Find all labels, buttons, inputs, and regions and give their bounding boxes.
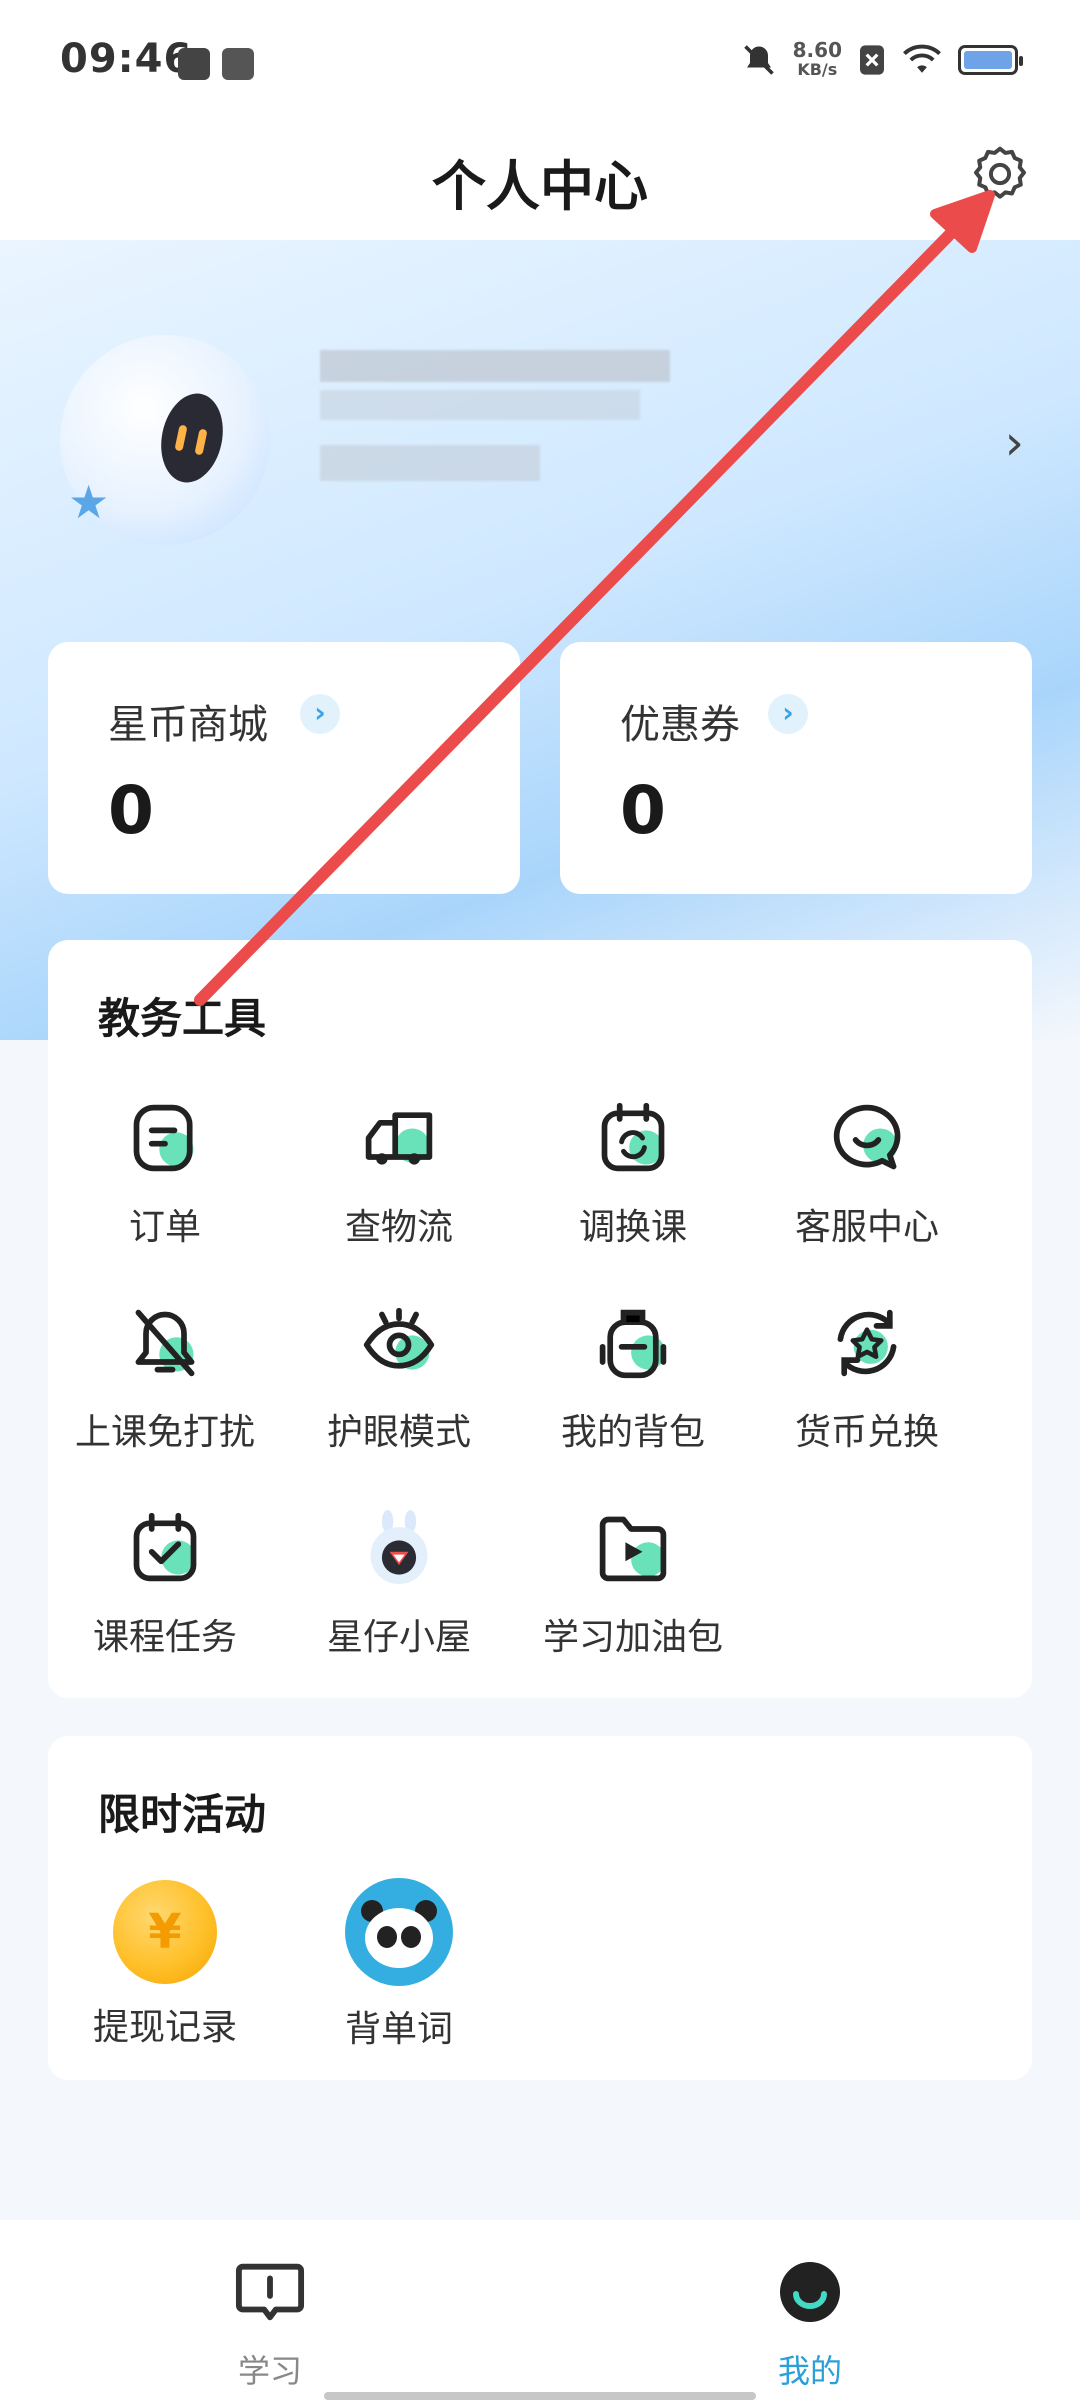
network-speed: 8.60 KB/s <box>793 40 842 80</box>
status-right: 8.60 KB/s <box>741 40 1023 80</box>
tool-study-pack[interactable]: 学习加油包 <box>516 1510 750 1660</box>
nav-label: 我的 <box>777 2352 842 2390</box>
battery-icon <box>958 45 1023 75</box>
tool-label: 我的背包 <box>560 1412 705 1453</box>
activities-section: 限时活动 ¥ 提现记录 背单词 <box>48 1736 1032 2080</box>
tool-currency-exchange[interactable]: 货币兑换 <box>750 1305 984 1455</box>
tool-label: 上课免打扰 <box>74 1412 255 1453</box>
section-title: 教务工具 <box>98 994 267 1043</box>
tool-customer-service[interactable]: 客服中心 <box>750 1100 984 1250</box>
tools-section: 教务工具 订单 查物流 调换课 客服中心 上课免打扰 护眼模式 我的背包 货币兑… <box>48 940 1032 1698</box>
coupon-card[interactable]: 优惠券 › 0 <box>560 642 1032 894</box>
backpack-icon <box>599 1309 667 1379</box>
home-indicator <box>324 2392 756 2400</box>
tool-label: 课程任务 <box>92 1617 237 1658</box>
tool-eye-care[interactable]: 护眼模式 <box>282 1305 516 1455</box>
status-bar: 09:46 8.60 KB/s <box>0 0 1080 120</box>
section-title: 限时活动 <box>98 1790 267 1839</box>
tool-logistics[interactable]: 查物流 <box>282 1100 516 1250</box>
coin-icon: ¥ <box>113 1880 217 1984</box>
tool-label: 客服中心 <box>794 1207 939 1248</box>
speed-unit: KB/s <box>797 60 838 79</box>
tool-label: 星仔小屋 <box>326 1617 471 1658</box>
truck-icon <box>365 1112 433 1165</box>
notification-icon-2 <box>222 48 254 80</box>
speed-value: 8.60 <box>792 38 842 62</box>
wifi-icon <box>903 44 941 73</box>
tool-label: 学习加油包 <box>542 1617 723 1658</box>
chevron-right-icon[interactable]: › <box>1005 415 1024 471</box>
avatar-face <box>153 387 231 489</box>
star-coin-mall-card[interactable]: 星币商城 › 0 <box>48 642 520 894</box>
tool-label: 查物流 <box>344 1207 453 1248</box>
userid-blurred <box>320 445 540 481</box>
mine-tab-icon <box>780 2262 840 2322</box>
tool-course-tasks[interactable]: 课程任务 <box>48 1510 282 1660</box>
avatar[interactable]: ★ <box>60 335 270 545</box>
nav-label: 学习 <box>237 2352 302 2390</box>
stat-label: 优惠券 <box>620 702 740 748</box>
page-header: 个人中心 <box>0 120 1080 240</box>
order-icon <box>133 1104 194 1172</box>
activity-label: 背单词 <box>344 2009 453 2050</box>
calendar-check-icon <box>133 1512 197 1582</box>
panda-icon <box>345 1878 453 1986</box>
username-blurred <box>320 350 670 382</box>
mute-icon <box>743 45 774 75</box>
tool-order[interactable]: 订单 <box>48 1100 282 1250</box>
activity-withdraw-records[interactable]: ¥ 提现记录 <box>48 1880 282 2050</box>
gear-icon[interactable] <box>968 142 1032 206</box>
nav-tab-study[interactable]: 学习 <box>170 2260 370 2392</box>
tool-label: 货币兑换 <box>794 1412 939 1453</box>
exchange-icon <box>837 1309 897 1377</box>
nav-tab-mine[interactable]: 我的 <box>710 2260 910 2392</box>
userinfo-blurred <box>320 390 640 420</box>
study-tab-icon <box>235 2263 305 2321</box>
star-icon: ★ <box>68 475 110 529</box>
tool-label: 订单 <box>128 1207 201 1248</box>
notification-icon <box>178 48 210 80</box>
bell-off-icon <box>135 1309 195 1377</box>
chevron-right-icon: › <box>768 694 808 734</box>
tool-label: 护眼模式 <box>326 1412 471 1453</box>
calendar-swap-icon <box>601 1102 665 1172</box>
profile-banner[interactable]: ★ › <box>0 240 1080 1040</box>
chevron-right-icon: › <box>300 694 340 734</box>
bottom-nav: 学习 我的 <box>0 2220 1080 2408</box>
tool-reschedule[interactable]: 调换课 <box>516 1100 750 1250</box>
stat-label: 星币商城 <box>108 702 268 748</box>
status-time: 09:46 <box>60 36 193 82</box>
activity-memorize-words[interactable]: 背单词 <box>282 1878 516 2052</box>
page-title: 个人中心 <box>432 155 648 218</box>
eye-icon <box>363 1307 435 1370</box>
mascot-icon <box>370 1510 428 1585</box>
tool-label: 调换课 <box>578 1207 687 1248</box>
sim-off-icon <box>860 45 884 75</box>
tool-backpack[interactable]: 我的背包 <box>516 1305 750 1455</box>
chat-icon <box>833 1104 901 1170</box>
stat-value: 0 <box>620 772 666 849</box>
activity-label: 提现记录 <box>92 2007 237 2048</box>
video-folder-icon <box>599 1516 667 1582</box>
tool-do-not-disturb[interactable]: 上课免打扰 <box>48 1305 282 1455</box>
stat-value: 0 <box>108 772 154 849</box>
tool-star-cabin[interactable]: 星仔小屋 <box>282 1510 516 1660</box>
